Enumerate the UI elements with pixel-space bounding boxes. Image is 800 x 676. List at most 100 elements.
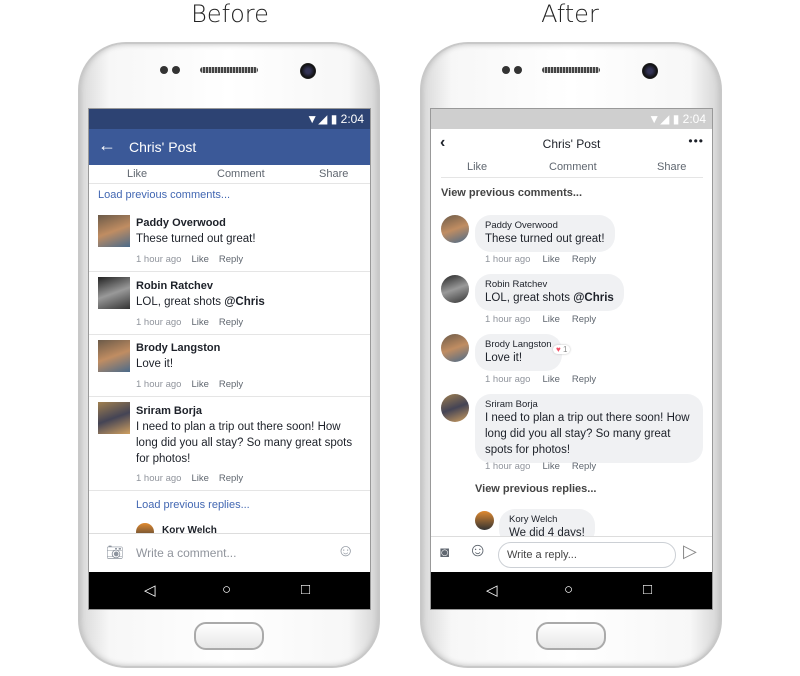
like-action[interactable]: Like	[127, 167, 147, 181]
reply-link[interactable]: Reply	[219, 473, 243, 484]
avatar-robin	[441, 275, 469, 303]
comment-action[interactable]: Comment	[217, 167, 265, 181]
back-nav-icon[interactable]: ◁	[486, 581, 498, 599]
front-camera	[642, 63, 658, 79]
caption-after: After	[541, 0, 599, 28]
comment-time: 1 hour ago	[136, 317, 182, 328]
comment-time: 1 hour ago	[485, 461, 531, 472]
screen-after: ▼◢ ▮ 2:04 ‹ Chris' Post ••• Like Comment…	[430, 108, 713, 610]
sensor	[160, 66, 168, 74]
recents-nav-icon[interactable]: □	[301, 581, 310, 598]
like-link[interactable]: Like	[542, 374, 559, 385]
like-link[interactable]: Like	[191, 317, 208, 328]
reply-link[interactable]: Reply	[572, 374, 596, 385]
avatar-sriram	[441, 394, 469, 422]
reply-author[interactable]: Kory Welch	[509, 514, 585, 525]
comment-time: 1 hour ago	[136, 379, 182, 390]
clock: 2:04	[340, 112, 364, 126]
load-previous-replies[interactable]: Load previous replies...	[136, 499, 250, 511]
emoji-icon[interactable]: ☺	[337, 541, 354, 561]
share-action[interactable]: Share	[657, 160, 686, 174]
comment-author[interactable]: Brody Langston	[485, 339, 552, 350]
home-nav-icon[interactable]: ○	[564, 581, 573, 598]
like-link[interactable]: Like	[191, 379, 208, 390]
reply-link[interactable]: Reply	[572, 461, 596, 472]
reply-link[interactable]: Reply	[572, 314, 596, 325]
page-title: Chris' Post	[129, 139, 197, 155]
view-previous-replies[interactable]: View previous replies...	[475, 483, 596, 495]
comment-bubble: Sriram Borja I need to plan a trip out t…	[475, 394, 703, 463]
app-header: ← Chris' Post	[89, 129, 370, 165]
like-action[interactable]: Like	[467, 160, 487, 174]
comment-text: I need to plan a trip out there soon! Ho…	[485, 412, 690, 456]
comment-author[interactable]: Sriram Borja	[485, 399, 693, 410]
comment-meta: 1 hour ago Like Reply	[485, 374, 596, 385]
android-nav-bar: ◁ ○ □	[89, 572, 370, 609]
home-nav-icon[interactable]: ○	[222, 581, 231, 598]
comment-time: 1 hour ago	[136, 473, 182, 484]
comment-input[interactable]: Write a comment...	[136, 546, 236, 560]
load-previous-comments[interactable]: Load previous comments...	[98, 189, 230, 201]
reply-link[interactable]: Reply	[219, 254, 243, 265]
reaction-badge[interactable]: ♥ 1	[553, 345, 571, 354]
like-link[interactable]: Like	[191, 254, 208, 265]
reply-input-placeholder: Write a reply...	[507, 549, 577, 561]
reply-link[interactable]: Reply	[219, 317, 243, 328]
comment-action[interactable]: Comment	[549, 160, 597, 174]
comment-text: Love it!	[485, 352, 523, 364]
comment-text: I need to plan a trip out there soon! Ho…	[136, 421, 353, 465]
action-bar: Like Comment Share	[89, 166, 370, 182]
comment-time: 1 hour ago	[485, 254, 531, 265]
divider	[89, 490, 370, 491]
reply-input[interactable]: Write a reply...	[498, 542, 676, 568]
sensor	[502, 66, 510, 74]
like-link[interactable]: Like	[191, 473, 208, 484]
sensor	[172, 66, 180, 74]
comment-meta: 1 hour ago Like Reply	[136, 379, 243, 390]
camera-icon[interactable]: ◙	[440, 544, 449, 561]
comment-meta: 1 hour ago Like Reply	[136, 317, 243, 328]
comment-text: LOL, great shots @Chris	[136, 294, 265, 310]
comment-bubble: Robin Ratchev LOL, great shots @Chris	[475, 274, 624, 311]
comment-time: 1 hour ago	[485, 314, 531, 325]
divider	[441, 177, 703, 178]
speaker	[542, 67, 600, 73]
comment-author[interactable]: Robin Ratchev	[485, 279, 614, 290]
like-link[interactable]: Like	[542, 314, 559, 325]
comment-time: 1 hour ago	[485, 374, 531, 385]
signal-icons: ▼◢ ▮	[306, 112, 341, 126]
home-button[interactable]	[536, 622, 606, 650]
share-action[interactable]: Share	[319, 167, 348, 181]
mention-link[interactable]: @Chris	[573, 292, 614, 304]
send-icon[interactable]: ▷	[683, 541, 697, 562]
comment-text: These turned out great!	[136, 233, 256, 245]
more-options-icon[interactable]: •••	[688, 134, 704, 148]
back-nav-icon[interactable]: ◁	[144, 581, 156, 599]
reply-link[interactable]: Reply	[219, 379, 243, 390]
comment-meta: 1 hour ago Like Reply	[136, 254, 243, 265]
reply-composer: ◙ ☺ Write a reply... ▷	[431, 536, 712, 574]
divider	[89, 334, 370, 335]
reply-link[interactable]: Reply	[572, 254, 596, 265]
comment-author[interactable]: Robin Ratchev	[136, 280, 213, 292]
home-button[interactable]	[194, 622, 264, 650]
comment-bubble: Paddy Overwood These turned out great!	[475, 215, 615, 252]
comment-author[interactable]: Paddy Overwood	[485, 220, 605, 231]
like-link[interactable]: Like	[542, 461, 559, 472]
back-arrow-icon[interactable]: ←	[98, 135, 116, 156]
mention-link[interactable]: @Chris	[224, 296, 265, 308]
like-link[interactable]: Like	[542, 254, 559, 265]
recents-nav-icon[interactable]: □	[643, 581, 652, 598]
app-header: ‹ Chris' Post •••	[431, 129, 712, 159]
comment-author[interactable]: Sriram Borja	[136, 405, 202, 417]
camera-icon[interactable]: 📷︎	[106, 544, 124, 561]
comment-composer: 📷︎ Write a comment... ☺	[89, 533, 370, 574]
emoji-icon[interactable]: ☺	[468, 540, 487, 562]
status-bar: ▼◢ ▮ 2:04	[431, 109, 712, 129]
comment-author[interactable]: Paddy Overwood	[136, 217, 226, 229]
view-previous-comments[interactable]: View previous comments...	[441, 187, 582, 199]
caption-before: Before	[191, 0, 269, 28]
screen-before: ▼◢ ▮ 2:04 ← Chris' Post Like Comment Sha…	[88, 108, 371, 610]
heart-icon: ♥	[556, 345, 561, 354]
comment-author[interactable]: Brody Langston	[136, 342, 220, 354]
